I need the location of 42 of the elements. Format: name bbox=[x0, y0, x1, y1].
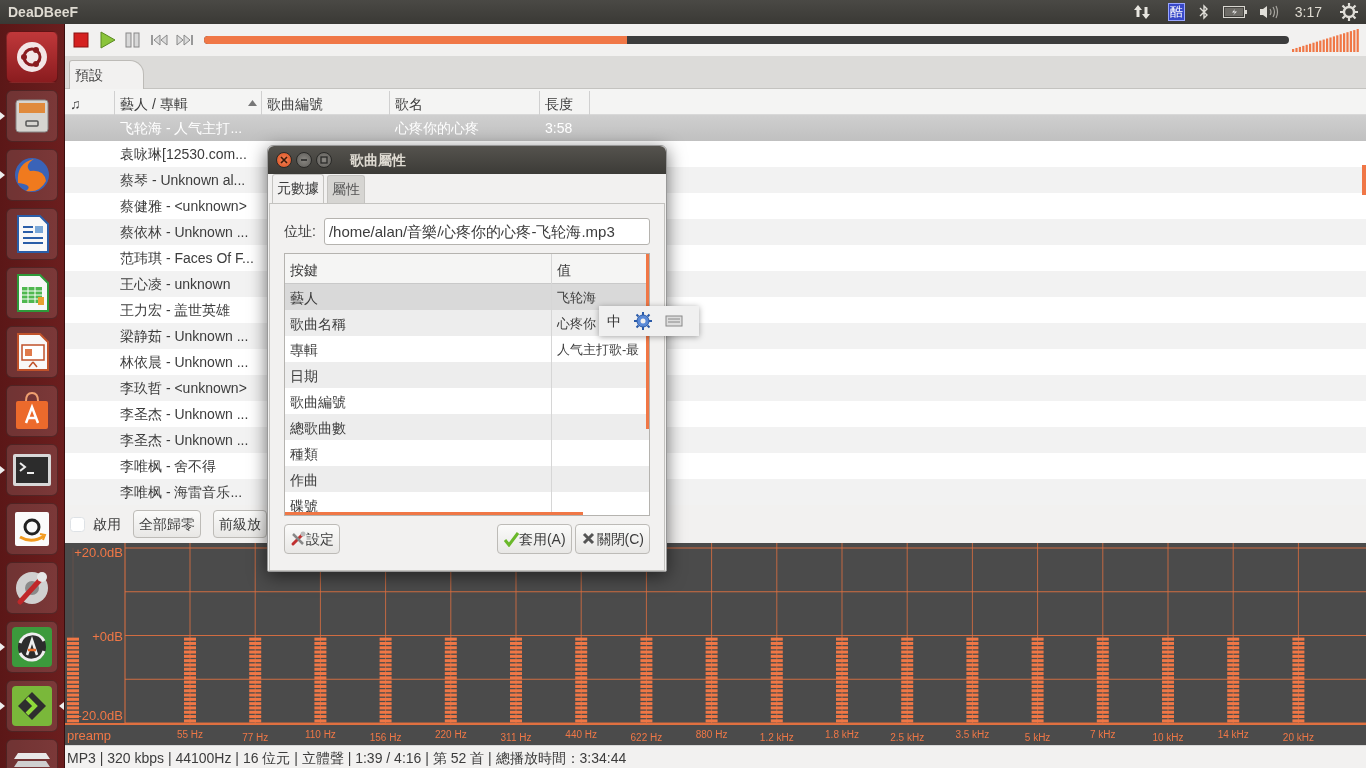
frequency-label: 2.5 kHz bbox=[890, 732, 925, 743]
frequency-label: 20 kHz bbox=[1282, 732, 1314, 743]
artist-album-cell-text: 李圣杰 - Unknown ... bbox=[119, 405, 250, 424]
frequency-label: 77 Hz bbox=[242, 732, 269, 743]
artist-album-cell-text: 李唯枫 - 舍不得 bbox=[119, 457, 218, 476]
enable-label: 啟用 bbox=[93, 514, 121, 534]
artist-album-cell-text: 范玮琪 - Faces Of F... bbox=[119, 249, 255, 268]
frequency-label: 440 Hz bbox=[565, 729, 598, 740]
artist-album-cell-text: 袁咏琳[12530.com... bbox=[119, 145, 248, 164]
artist-album-cell-text: 林依晨 - Unknown ... bbox=[119, 353, 250, 372]
artist-album-cell-text: 李唯枫 - 海雷音乐... bbox=[119, 483, 244, 502]
window-title: DeaDBeeF bbox=[8, 2, 79, 22]
frequency-label: 1.2 kHz bbox=[759, 732, 794, 743]
frequency-label: 311 Hz bbox=[500, 732, 532, 743]
artist-album-cell-text: 王心凌 - unknown bbox=[119, 275, 232, 294]
frequency-label: 622 Hz bbox=[630, 732, 663, 743]
status-bar: MP3 | 320 kbps | 44100Hz | 16 位元 | 立體聲 | 1:39 / 4:16 | 第 52 首 | 總播放時間：3:34:44 bbox=[65, 745, 1366, 768]
frequency-label: 110 Hz bbox=[304, 729, 336, 740]
scale-label: +20.0dB bbox=[74, 545, 123, 560]
preamp-label: preamp bbox=[67, 728, 112, 743]
artist-album-cell-text: 李玖哲 - <unknown> bbox=[119, 379, 248, 398]
location-label: 位址: bbox=[284, 222, 316, 241]
frequency-label: 14 kHz bbox=[1217, 729, 1249, 740]
frequency-label: 10 kHz bbox=[1152, 732, 1184, 743]
frequency-label: 5 kHz bbox=[1024, 732, 1051, 743]
scale-label: -20.0dB bbox=[77, 708, 123, 723]
length-cell-text: 3:58 bbox=[544, 119, 574, 138]
frequency-label: 1.8 kHz bbox=[825, 729, 859, 740]
artist-album-cell-text: 王力宏 - 盖世英雄 bbox=[119, 301, 232, 320]
artist-album-cell-text: 梁静茹 - Unknown ... bbox=[119, 327, 250, 346]
scale-label: +0dB bbox=[92, 628, 123, 644]
frequency-label: 220 Hz bbox=[434, 729, 467, 740]
frequency-label: 3.5 kHz bbox=[955, 729, 990, 740]
artist-album-cell-text: 蔡依林 - Unknown ... bbox=[119, 223, 250, 242]
artist-album-cell-text: 蔡健雅 - <unknown> bbox=[119, 197, 248, 216]
dialog-title: 歌曲屬性 bbox=[350, 150, 406, 170]
frequency-label: 55 Hz bbox=[176, 729, 204, 740]
frequency-label: 156 Hz bbox=[369, 732, 402, 743]
frequency-label: 7 kHz bbox=[1090, 729, 1116, 740]
artist-album-cell-text: 蔡琴 - Unknown al... bbox=[119, 171, 247, 190]
artist-album-cell-text: 李圣杰 - Unknown ... bbox=[119, 431, 250, 450]
frequency-label: 880 Hz bbox=[695, 729, 728, 740]
